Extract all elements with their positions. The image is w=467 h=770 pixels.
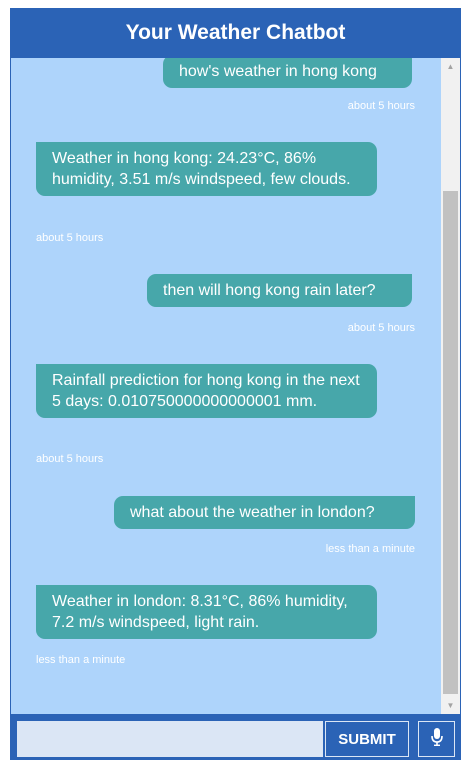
chat-header: Your Weather Chatbot: [10, 8, 461, 57]
user-message: what about the weather in london?: [114, 496, 415, 529]
message-timestamp: about 5 hours: [36, 453, 104, 465]
message-text: how's weather in hong kong: [179, 63, 377, 80]
user-message: then will hong kong rain later?: [147, 274, 412, 307]
mic-button[interactable]: [418, 721, 455, 757]
input-bar: SUBMIT: [10, 714, 461, 760]
chatbot-window: Your Weather Chatbot how's weather in ho…: [10, 8, 461, 760]
arrow-up-icon[interactable]: ▲: [441, 58, 460, 75]
bot-message: Weather in london: 8.31°C, 86% humidity,…: [36, 585, 377, 639]
message-timestamp: less than a minute: [325, 543, 415, 555]
message-text: what about the weather in london?: [130, 504, 375, 521]
message-text: then will hong kong rain later?: [163, 282, 376, 299]
message-input[interactable]: [17, 721, 323, 757]
message-list[interactable]: how's weather in hong kong about 5 hours…: [11, 58, 460, 714]
bot-message: Weather in hong kong: 24.23°C, 86% humid…: [36, 142, 377, 196]
chat-title: Your Weather Chatbot: [125, 20, 346, 44]
message-text: Weather in london: 8.31°C, 86% humidity,…: [52, 593, 348, 631]
arrow-down-icon[interactable]: ▼: [441, 697, 460, 714]
bot-message: Rainfall prediction for hong kong in the…: [36, 364, 377, 418]
message-timestamp: about 5 hours: [347, 100, 415, 112]
message-timestamp: less than a minute: [36, 654, 126, 666]
submit-label: SUBMIT: [338, 730, 396, 748]
message-timestamp: about 5 hours: [347, 322, 415, 334]
message-text: Weather in hong kong: 24.23°C, 86% humid…: [52, 150, 351, 188]
scroll-thumb[interactable]: [443, 191, 458, 694]
message-text: Rainfall prediction for hong kong in the…: [52, 372, 360, 410]
chat-scrollbar[interactable]: ▲ ▼: [441, 58, 460, 714]
submit-button[interactable]: SUBMIT: [325, 721, 409, 757]
microphone-icon: [430, 727, 443, 751]
message-timestamp: about 5 hours: [36, 232, 104, 244]
user-message: how's weather in hong kong: [163, 58, 412, 88]
